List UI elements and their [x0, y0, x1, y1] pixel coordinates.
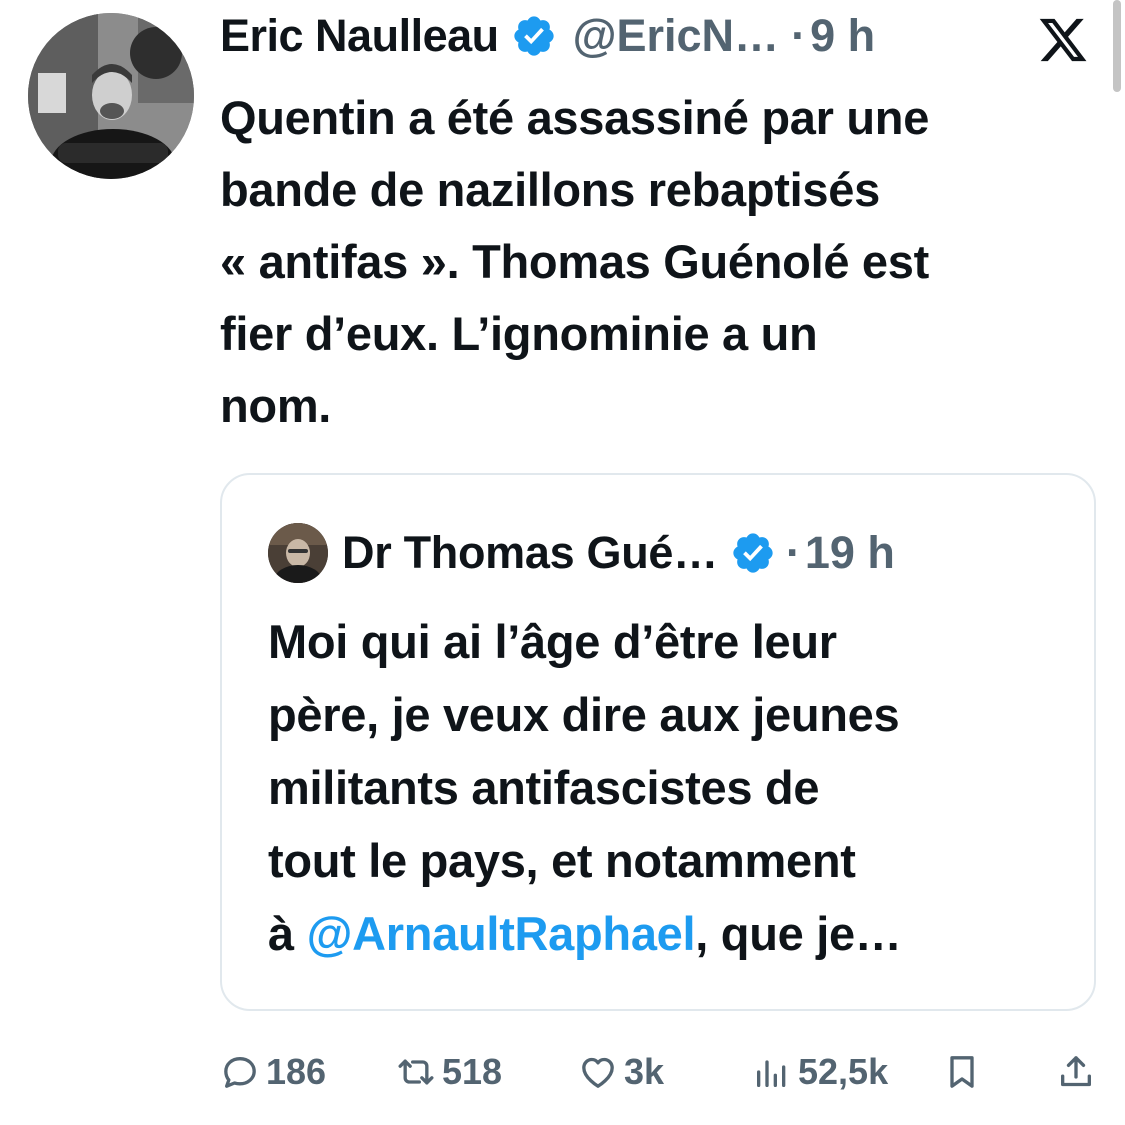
scrollbar[interactable] — [1113, 0, 1121, 92]
x-logo-icon — [1039, 18, 1087, 62]
quoted-author-name[interactable]: Dr Thomas Gué… — [342, 527, 718, 579]
views-chart-icon — [757, 1060, 786, 1087]
reply-icon — [224, 1057, 256, 1088]
dot-separator: · — [785, 527, 801, 578]
share-icon — [1061, 1056, 1091, 1087]
tweet-text-line: bande de nazillons rebaptisés — [220, 163, 880, 216]
tweet-text: Quentin a été assassiné par une bande de… — [220, 82, 1110, 442]
quoted-text-line: militants antifascistes de — [268, 761, 820, 814]
author-handle[interactable]: @EricN… — [573, 10, 779, 62]
action-bar: 186 518 3k 52,5k — [220, 1044, 1100, 1100]
reply-count: 186 — [266, 1051, 327, 1092]
quoted-author-avatar[interactable] — [268, 523, 328, 583]
bookmark-button[interactable] — [942, 1044, 988, 1100]
quoted-text-line: tout le pays, et notamment — [268, 834, 856, 887]
tweet-text-line: Quentin a été assassiné par une — [220, 91, 930, 144]
quoted-text-line: à @ArnaultRaphael, que je… — [268, 897, 1068, 970]
mention-link[interactable]: @ArnaultRaphael — [307, 907, 696, 960]
tweet-header: Eric Naulleau @EricN… · 9 h — [220, 8, 1100, 64]
views-count: 52,5k — [798, 1051, 889, 1092]
tweet-timestamp[interactable]: 9 h — [810, 10, 875, 62]
quoted-tweet-header: Dr Thomas Gué… · 19 h — [268, 521, 895, 585]
author-name[interactable]: Eric Naulleau — [220, 10, 499, 62]
tweet-text-line: fier d’eux. L’ignominie a un — [220, 307, 818, 360]
quoted-text-line: père, je veux dire aux jeunes — [268, 688, 900, 741]
like-button[interactable]: 3k — [578, 1044, 664, 1100]
tweet-text-line: nom. — [220, 379, 332, 432]
heart-icon — [582, 1057, 614, 1088]
retweet-button[interactable]: 518 — [396, 1044, 502, 1100]
dot-separator: · — [791, 10, 807, 61]
quoted-tweet-text: Moi qui ai l’âge d’être leur père, je ve… — [268, 605, 1068, 970]
retweet-icon — [398, 1059, 434, 1085]
bookmark-icon — [950, 1056, 974, 1088]
views-button[interactable]: 52,5k — [752, 1044, 888, 1100]
verified-badge-icon — [733, 533, 773, 573]
quoted-text-suffix: , que je… — [695, 907, 902, 960]
quoted-tweet-card[interactable]: Dr Thomas Gué… · 19 h Moi qui ai l’âge d… — [220, 473, 1096, 1011]
like-count: 3k — [624, 1051, 665, 1092]
reply-button[interactable]: 186 — [220, 1044, 326, 1100]
tweet-text-line: « antifas ». Thomas Guénolé est — [220, 235, 929, 288]
quoted-text-prefix: à — [268, 907, 307, 960]
verified-badge-icon — [513, 16, 554, 56]
quoted-text-line: Moi qui ai l’âge d’être leur — [268, 615, 837, 668]
author-avatar[interactable] — [28, 13, 194, 179]
quoted-tweet-timestamp[interactable]: 19 h — [805, 527, 895, 579]
share-button[interactable] — [1056, 1044, 1102, 1100]
retweet-count: 518 — [442, 1051, 503, 1092]
